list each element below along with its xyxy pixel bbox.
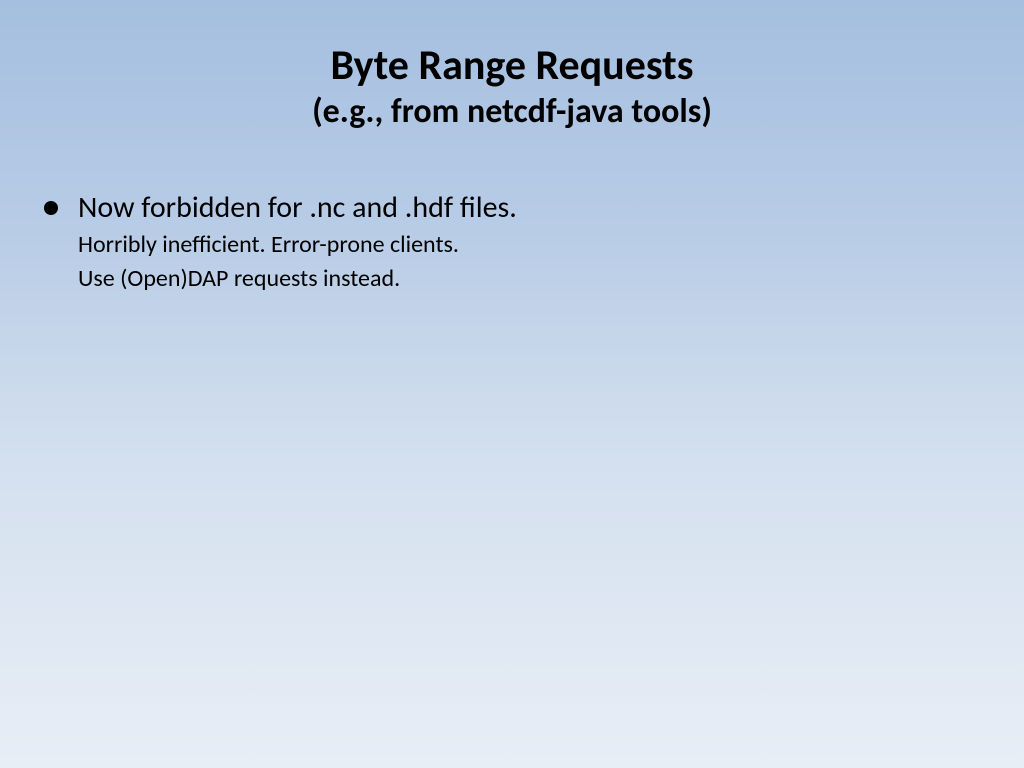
bullet-sub-text-1: Horribly inefficient. Error-prone client… [78,229,984,261]
bullet-main-text: Now forbidden for .nc and .hdf files. [78,189,984,227]
slide: Byte Range Requests (e.g., from netcdf-j… [0,0,1024,768]
title-block: Byte Range Requests (e.g., from netcdf-j… [0,42,1024,133]
bullet-sub-text-2: Use (Open)DAP requests instead. [78,263,984,295]
bullet-text-block: Now forbidden for .nc and .hdf files. Ho… [78,189,984,295]
bullet-icon [44,201,58,215]
bullet-item: Now forbidden for .nc and .hdf files. Ho… [44,189,984,295]
slide-title: Byte Range Requests [0,42,1024,90]
slide-subtitle: (e.g., from netcdf-java tools) [0,92,1024,133]
content-area: Now forbidden for .nc and .hdf files. Ho… [0,189,1024,295]
